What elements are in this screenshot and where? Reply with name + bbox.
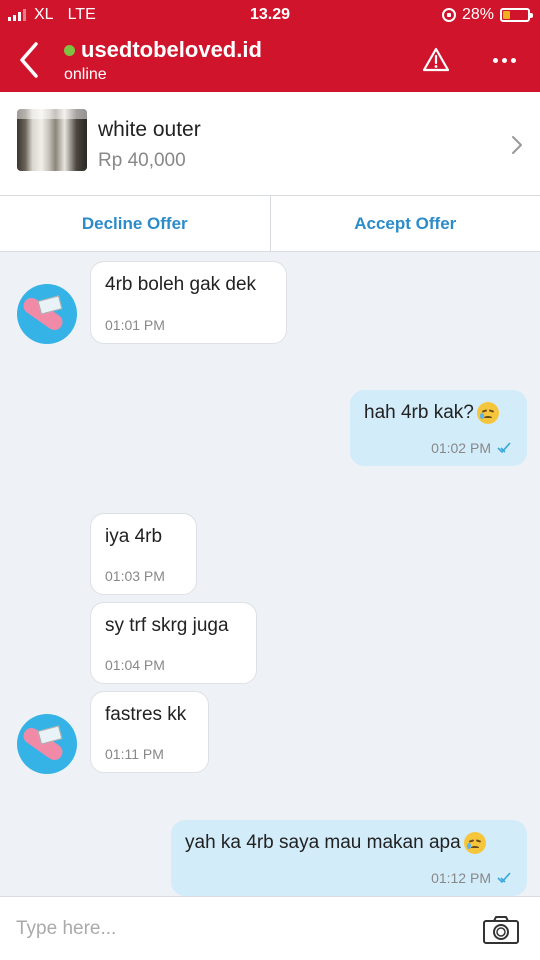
camera-icon [483,916,519,944]
avatar[interactable] [17,284,77,344]
camera-button[interactable] [482,915,520,945]
message-text: yah ka 4rb saya mau makan apa [185,832,461,853]
message-text: iya 4rb [105,526,163,547]
composer-bar [0,896,540,960]
message-bubble-incoming[interactable]: 4rb boleh gak dek 01:01 PM [90,261,287,344]
message-text: sy trf skrg juga [105,615,229,636]
message-text: 4rb boleh gak dek [105,274,257,295]
report-button[interactable] [422,46,450,74]
presence-status: online [64,66,107,83]
read-check-icon [497,872,511,884]
message-time: 01:11 PM [105,746,164,762]
back-button[interactable] [14,40,48,80]
chat-username: usedtobeloved.id [81,37,262,62]
message-bubble-outgoing[interactable]: yah ka 4rb saya mau makan apa 01:12 PM [171,820,527,896]
rotation-lock-icon [441,8,456,22]
message-text: fastres kk [105,704,187,725]
chevron-right-icon [512,136,522,154]
message-time: 01:12 PM [431,870,491,886]
product-card[interactable]: white outer Rp 40,000 [0,92,540,196]
message-time: 01:04 PM [105,657,165,673]
crying-face-icon [463,832,486,854]
message-bubble-incoming[interactable]: fastres kk 01:11 PM [90,691,209,773]
product-thumbnail [17,109,87,171]
chat-title: usedtobeloved.id [64,37,262,63]
status-bar: XL LTE 13.29 28% [0,0,540,30]
avatar[interactable] [17,714,77,774]
message-bubble-outgoing[interactable]: hah 4rb kak? 01:02 PM [350,390,527,466]
message-time: 01:01 PM [105,317,165,333]
battery-percent: 28% [461,6,494,23]
message-bubble-incoming[interactable]: iya 4rb 01:03 PM [90,513,197,595]
offer-actions: Decline Offer Accept Offer [0,196,540,252]
product-name: white outer [98,118,201,141]
battery-info: 28% [441,6,533,24]
battery-icon [500,8,533,22]
message-time: 01:03 PM [105,568,165,584]
message-text: hah 4rb kak? [364,402,474,423]
downcast-sweat-face-icon [476,402,499,424]
warning-icon [422,47,450,72]
chevron-left-icon [20,42,38,78]
message-bubble-incoming[interactable]: sy trf skrg juga 01:04 PM [90,602,257,684]
product-price: Rp 40,000 [98,150,186,171]
online-indicator [64,44,75,56]
message-input[interactable] [16,915,456,943]
app-header: XL LTE 13.29 28% usedtobeloved.id online [0,0,540,92]
decline-offer-button[interactable]: Decline Offer [0,196,271,251]
accept-offer-button[interactable]: Accept Offer [271,196,540,251]
message-time: 01:02 PM [431,440,491,456]
more-options-button[interactable] [486,48,522,72]
read-check-icon [497,442,511,454]
more-dots-icon [492,57,498,63]
